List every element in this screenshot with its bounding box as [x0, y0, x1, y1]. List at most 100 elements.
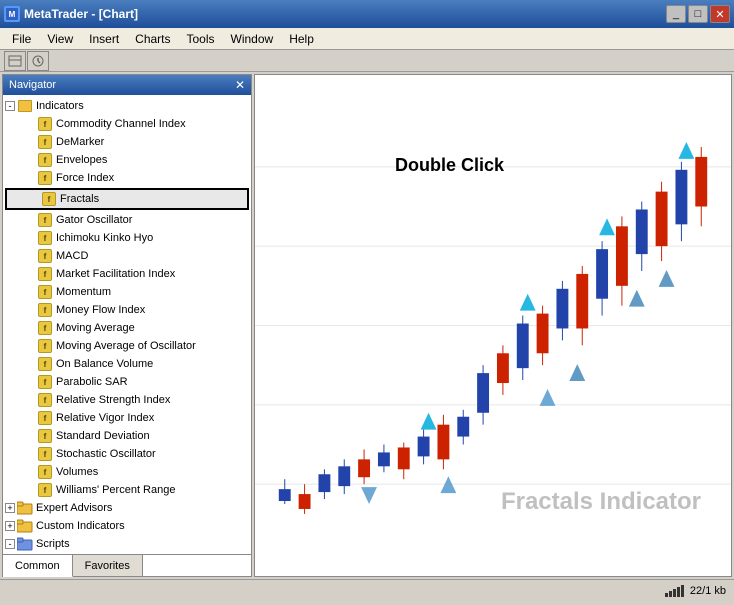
indicators-section[interactable]: - Indicators — [3, 97, 251, 115]
williams-label: Williams' Percent Range — [56, 484, 175, 496]
navigator-tree[interactable]: - Indicators f Commodity Channel Index f — [3, 95, 251, 554]
stochastic-indicator-icon: f — [37, 446, 53, 462]
chart-canvas: Double Click Fractals Indicator — [255, 75, 731, 576]
status-right: 22/1 kb — [665, 585, 726, 597]
tree-item-stochastic[interactable]: f Stochastic Oscillator — [3, 445, 251, 463]
force-index-indicator-icon: f — [37, 170, 53, 186]
menu-view[interactable]: View — [39, 30, 81, 48]
signal-bar-4 — [677, 587, 680, 597]
tree-item-demarker[interactable]: f DeMarker — [3, 133, 251, 151]
expert-advisors-section[interactable]: + Expert Advisors — [3, 499, 251, 517]
scripts-label: Scripts — [36, 538, 70, 550]
mao-indicator-icon: f — [37, 338, 53, 354]
tree-item-ichimoku[interactable]: f Ichimoku Kinko Hyo — [3, 229, 251, 247]
tree-item-parabolic[interactable]: f Parabolic SAR — [3, 373, 251, 391]
close-button[interactable]: ✕ — [710, 5, 730, 23]
window-controls[interactable]: _ □ ✕ — [666, 5, 730, 23]
menu-insert[interactable]: Insert — [81, 30, 127, 48]
indicators-label: Indicators — [36, 100, 84, 112]
svg-text:M: M — [9, 10, 16, 19]
rsi-indicator-icon: f — [37, 392, 53, 408]
stochastic-label: Stochastic Oscillator — [56, 448, 156, 460]
scripts-section[interactable]: - Scripts — [3, 535, 251, 553]
toolbar — [0, 50, 734, 72]
tree-item-envelopes[interactable]: f Envelopes — [3, 151, 251, 169]
signal-bar-2 — [669, 591, 672, 597]
tree-item-stddev[interactable]: f Standard Deviation — [3, 427, 251, 445]
main-container: Navigator ✕ - Indicators f Commodity Cha… — [0, 72, 734, 579]
candlestick-chart — [255, 75, 731, 576]
menu-charts[interactable]: Charts — [127, 30, 178, 48]
custom-indicators-folder-icon — [17, 518, 33, 534]
momentum-indicator-icon: f — [37, 284, 53, 300]
tab-favorites[interactable]: Favorites — [73, 555, 143, 576]
custom-indicators-section[interactable]: + Custom Indicators — [3, 517, 251, 535]
app-icon: M — [4, 6, 20, 22]
tree-item-mao[interactable]: f Moving Average of Oscillator — [3, 337, 251, 355]
navigator-header: Navigator ✕ — [3, 75, 251, 95]
moving-average-label: Moving Average — [56, 322, 135, 334]
tree-item-macd[interactable]: f MACD — [3, 247, 251, 265]
expert-advisors-expand-icon[interactable]: + — [5, 503, 15, 513]
tree-item-williams[interactable]: f Williams' Percent Range — [3, 481, 251, 499]
obv-label: On Balance Volume — [56, 358, 153, 370]
indicators-expand-icon[interactable]: - — [5, 101, 15, 111]
tree-item-cci[interactable]: f Commodity Channel Index — [3, 115, 251, 133]
fractals-label: Fractals — [60, 193, 99, 205]
tab-common[interactable]: Common — [3, 555, 73, 577]
envelopes-indicator-icon: f — [37, 152, 53, 168]
maximize-button[interactable]: □ — [688, 5, 708, 23]
volumes-label: Volumes — [56, 466, 98, 478]
macd-indicator-icon: f — [37, 248, 53, 264]
obv-indicator-icon: f — [37, 356, 53, 372]
menu-help[interactable]: Help — [281, 30, 322, 48]
menu-window[interactable]: Window — [223, 30, 282, 48]
toolbar-btn-1[interactable] — [4, 51, 26, 71]
parabolic-label: Parabolic SAR — [56, 376, 128, 388]
tree-item-gator[interactable]: f Gator Oscillator — [3, 211, 251, 229]
signal-bars — [665, 585, 684, 597]
scripts-folder-icon — [17, 536, 33, 552]
gator-indicator-icon: f — [37, 212, 53, 228]
tree-item-momentum[interactable]: f Momentum — [3, 283, 251, 301]
ichimoku-label: Ichimoku Kinko Hyo — [56, 232, 153, 244]
signal-bar-3 — [673, 589, 676, 597]
demarker-indicator-icon: f — [37, 134, 53, 150]
chart-area: Double Click Fractals Indicator — [254, 74, 732, 577]
navigator-close-button[interactable]: ✕ — [235, 78, 245, 92]
money-flow-label: Money Flow Index — [56, 304, 145, 316]
ichimoku-indicator-icon: f — [37, 230, 53, 246]
signal-bar-1 — [665, 593, 668, 597]
envelopes-label: Envelopes — [56, 154, 107, 166]
tree-item-fractals[interactable]: f Fractals — [5, 188, 249, 210]
money-flow-indicator-icon: f — [37, 302, 53, 318]
stddev-indicator-icon: f — [37, 428, 53, 444]
moving-average-indicator-icon: f — [37, 320, 53, 336]
custom-indicators-expand-icon[interactable]: + — [5, 521, 15, 531]
menu-tools[interactable]: Tools — [179, 30, 223, 48]
market-facilitation-label: Market Facilitation Index — [56, 268, 175, 280]
title-bar: M MetaTrader - [Chart] _ □ ✕ — [0, 0, 734, 28]
momentum-label: Momentum — [56, 286, 111, 298]
tree-item-obv[interactable]: f On Balance Volume — [3, 355, 251, 373]
parabolic-indicator-icon: f — [37, 374, 53, 390]
tree-item-volumes[interactable]: f Volumes — [3, 463, 251, 481]
tree-item-force-index[interactable]: f Force Index — [3, 169, 251, 187]
tree-item-moving-average[interactable]: f Moving Average — [3, 319, 251, 337]
tree-item-rvi[interactable]: f Relative Vigor Index — [3, 409, 251, 427]
scripts-expand-icon[interactable]: - — [5, 539, 15, 549]
tree-item-rsi[interactable]: f Relative Strength Index — [3, 391, 251, 409]
macd-label: MACD — [56, 250, 88, 262]
minimize-button[interactable]: _ — [666, 5, 686, 23]
gator-label: Gator Oscillator — [56, 214, 132, 226]
status-bar: 22/1 kb — [0, 579, 734, 601]
navigator-panel: Navigator ✕ - Indicators f Commodity Cha… — [2, 74, 252, 577]
toolbar-btn-2[interactable] — [27, 51, 49, 71]
tree-item-money-flow[interactable]: f Money Flow Index — [3, 301, 251, 319]
menu-file[interactable]: File — [4, 30, 39, 48]
fractals-indicator-icon: f — [41, 191, 57, 207]
cci-indicator-icon: f — [37, 116, 53, 132]
tree-item-mfi-market[interactable]: f Market Facilitation Index — [3, 265, 251, 283]
cci-label: Commodity Channel Index — [56, 118, 186, 130]
force-index-label: Force Index — [56, 172, 114, 184]
